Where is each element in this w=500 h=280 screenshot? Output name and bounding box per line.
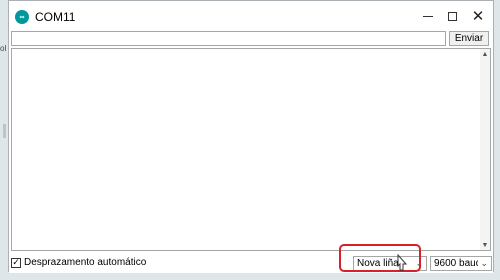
baud-rate-select[interactable]: 9600 baudio ⌄: [430, 256, 492, 271]
chevron-down-icon: ⌄: [480, 258, 488, 268]
vertical-scrollbar[interactable]: ▲ ▼: [480, 49, 490, 250]
window-title: COM11: [35, 10, 76, 24]
maximize-icon: [447, 11, 457, 21]
baud-rate-value: 9600 baudio: [434, 258, 478, 269]
scroll-down-icon[interactable]: ▼: [480, 240, 490, 250]
serial-output-area[interactable]: ▲ ▼: [11, 48, 491, 251]
autoscroll-checkbox[interactable]: ✓: [11, 257, 21, 268]
send-input[interactable]: [11, 31, 446, 46]
minimize-button[interactable]: [415, 4, 441, 28]
scroll-up-icon[interactable]: ▲: [480, 49, 490, 59]
background-mark: [3, 124, 6, 138]
autoscroll-option[interactable]: ✓ Desprazamento automático: [11, 257, 146, 268]
close-button[interactable]: ✕: [465, 4, 491, 28]
background-window-strip: ol: [0, 0, 8, 280]
background-window-strip-right: [494, 0, 500, 280]
maximize-button[interactable]: [439, 4, 465, 28]
arduino-icon: ∞: [15, 10, 29, 24]
background-text-fragment: ol: [0, 44, 7, 53]
close-icon: ✕: [471, 8, 485, 25]
highlight-annotation: [339, 244, 421, 272]
serial-monitor-window: ∞ COM11 ✕ Enviar ▲ ▼ ✓ Desprazamento aut…: [8, 0, 494, 273]
mouse-cursor-icon: [397, 254, 408, 271]
title-bar: ∞ COM11 ✕: [9, 1, 493, 31]
minimize-icon: [423, 15, 433, 17]
send-button[interactable]: Enviar: [449, 31, 489, 46]
send-row: Enviar: [11, 31, 491, 46]
autoscroll-label: Desprazamento automático: [24, 257, 147, 268]
